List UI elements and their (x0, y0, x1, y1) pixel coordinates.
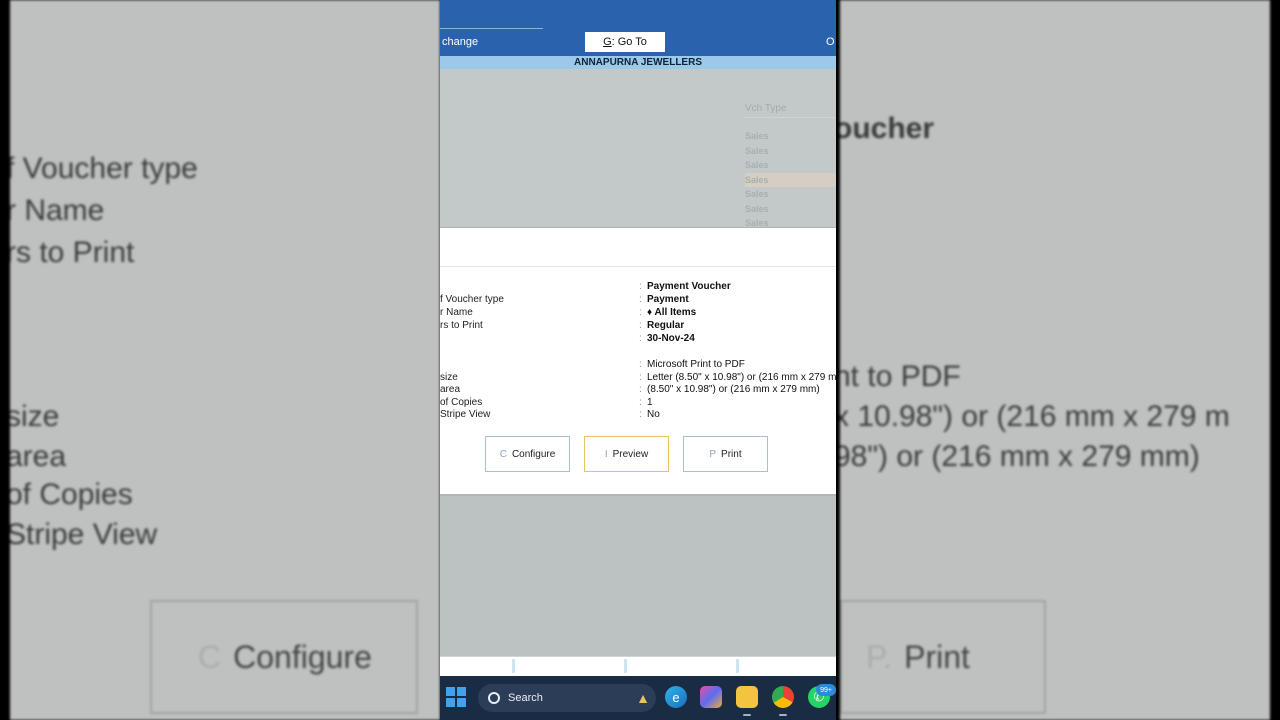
goto-button[interactable]: G: Go To (585, 32, 665, 52)
copies-value[interactable]: 1 (647, 397, 653, 408)
divider (745, 117, 836, 118)
chrome-icon[interactable] (772, 686, 794, 708)
bg-left-line: rs to Print (10, 236, 135, 269)
title-bar: change G: Go To O (440, 0, 836, 56)
colon: : (639, 372, 642, 383)
colon: : (639, 307, 642, 318)
bg-left-line: of Copies (10, 478, 133, 511)
field-label: rs to Print (440, 320, 483, 331)
bg-right-line: x 10.98") or (216 mm x 279 m (840, 400, 1230, 433)
preview-button[interactable]: I Preview (584, 436, 669, 472)
empty-area (440, 496, 836, 656)
bg-left-line: area (10, 440, 67, 473)
configure-button[interactable]: C Configure (485, 436, 570, 472)
column-header-vch-type: Vch Type (745, 103, 787, 114)
divider (440, 266, 836, 267)
screen: f Voucher type r Name rs to Print size a… (0, 0, 1280, 720)
colon: : (639, 320, 642, 331)
vouchers-to-print-value[interactable]: Regular (647, 320, 684, 331)
field-label: r Name (440, 307, 473, 318)
bottom-button-bar (440, 656, 836, 676)
list-item[interactable]: Sales (745, 187, 836, 201)
search-highlight-icon: ▲ (636, 690, 650, 706)
running-indicator (779, 714, 787, 716)
colon: : (639, 294, 642, 305)
windows-start-icon[interactable] (446, 687, 466, 707)
background-left-blur: f Voucher type r Name rs to Print size a… (10, 0, 440, 720)
printer-value[interactable]: Microsoft Print to PDF (647, 359, 745, 370)
field-label: Stripe View (440, 409, 491, 420)
bg-right-line: 98") or (216 mm x 279 mm) (840, 440, 1200, 473)
colon: : (639, 397, 642, 408)
colon: : (639, 333, 642, 344)
field-label: area (440, 384, 461, 395)
paper-size-value[interactable]: Letter (8.50" x 10.98") or (216 mm x 279… (647, 372, 836, 383)
menu-o[interactable]: O (826, 36, 835, 48)
colon: : (639, 409, 642, 420)
divider (736, 659, 739, 673)
app-window: change G: Go To O ANNAPURNA JEWELLERS Vc… (440, 0, 836, 720)
voucher-name-value[interactable]: Payment Voucher (647, 281, 731, 292)
list-item[interactable]: Sales (745, 129, 836, 143)
field-label: of Copies (440, 397, 483, 408)
list-item[interactable]: Sales (745, 158, 836, 172)
list-item[interactable]: Sales (745, 216, 836, 227)
print-area-value[interactable]: (8.50" x 10.98") or (216 mm x 279 mm) (647, 384, 820, 395)
bg-print-button: P. Print (840, 600, 1046, 714)
notification-badge: 99+ (816, 684, 836, 696)
print-dialog: : Payment Voucher f Voucher type : Payme… (440, 228, 836, 496)
voucher-list: Vch Type Sales Sales Sales Sales Sales S… (440, 69, 836, 228)
voucher-type-value[interactable]: Payment (647, 294, 689, 305)
copilot-icon[interactable] (700, 686, 722, 708)
bg-left-line: Stripe View (10, 518, 158, 551)
date-value[interactable]: 30-Nov-24 (647, 333, 695, 344)
change-menu[interactable]: change (442, 36, 478, 48)
file-explorer-icon[interactable] (736, 686, 758, 708)
colon: : (639, 384, 642, 395)
field-label: f Voucher type (440, 294, 504, 305)
bg-left-line: size (10, 400, 60, 433)
bg-right-line: nt to PDF (840, 360, 961, 393)
list-item[interactable]: Sales (745, 202, 836, 216)
background-right-blur: oucher nt to PDF x 10.98") or (216 mm x … (840, 0, 1270, 720)
bg-left-line: r Name (10, 194, 105, 227)
taskbar-search[interactable]: Search ▲ (478, 684, 656, 712)
taskbar: Search ▲ e ✆ 99+ (440, 676, 836, 720)
field-label: size (440, 372, 458, 383)
divider (440, 28, 543, 29)
list-item[interactable]: Sales (745, 144, 836, 158)
search-icon (488, 692, 500, 704)
bg-configure-button: C Configure (150, 600, 418, 714)
edge-icon[interactable]: e (665, 686, 687, 708)
stripe-view-value[interactable]: No (647, 409, 660, 420)
item-name-value[interactable]: ♦ All Items (647, 307, 696, 318)
list-item[interactable]: Sales (745, 173, 836, 187)
bg-right-line: oucher (840, 112, 935, 145)
colon: : (639, 359, 642, 370)
divider (624, 659, 627, 673)
colon: : (639, 281, 642, 292)
running-indicator (743, 714, 751, 716)
company-name: ANNAPURNA JEWELLERS (440, 56, 836, 69)
bg-left-line: f Voucher type (10, 152, 198, 185)
divider (512, 659, 515, 673)
print-button[interactable]: P Print (683, 436, 768, 472)
